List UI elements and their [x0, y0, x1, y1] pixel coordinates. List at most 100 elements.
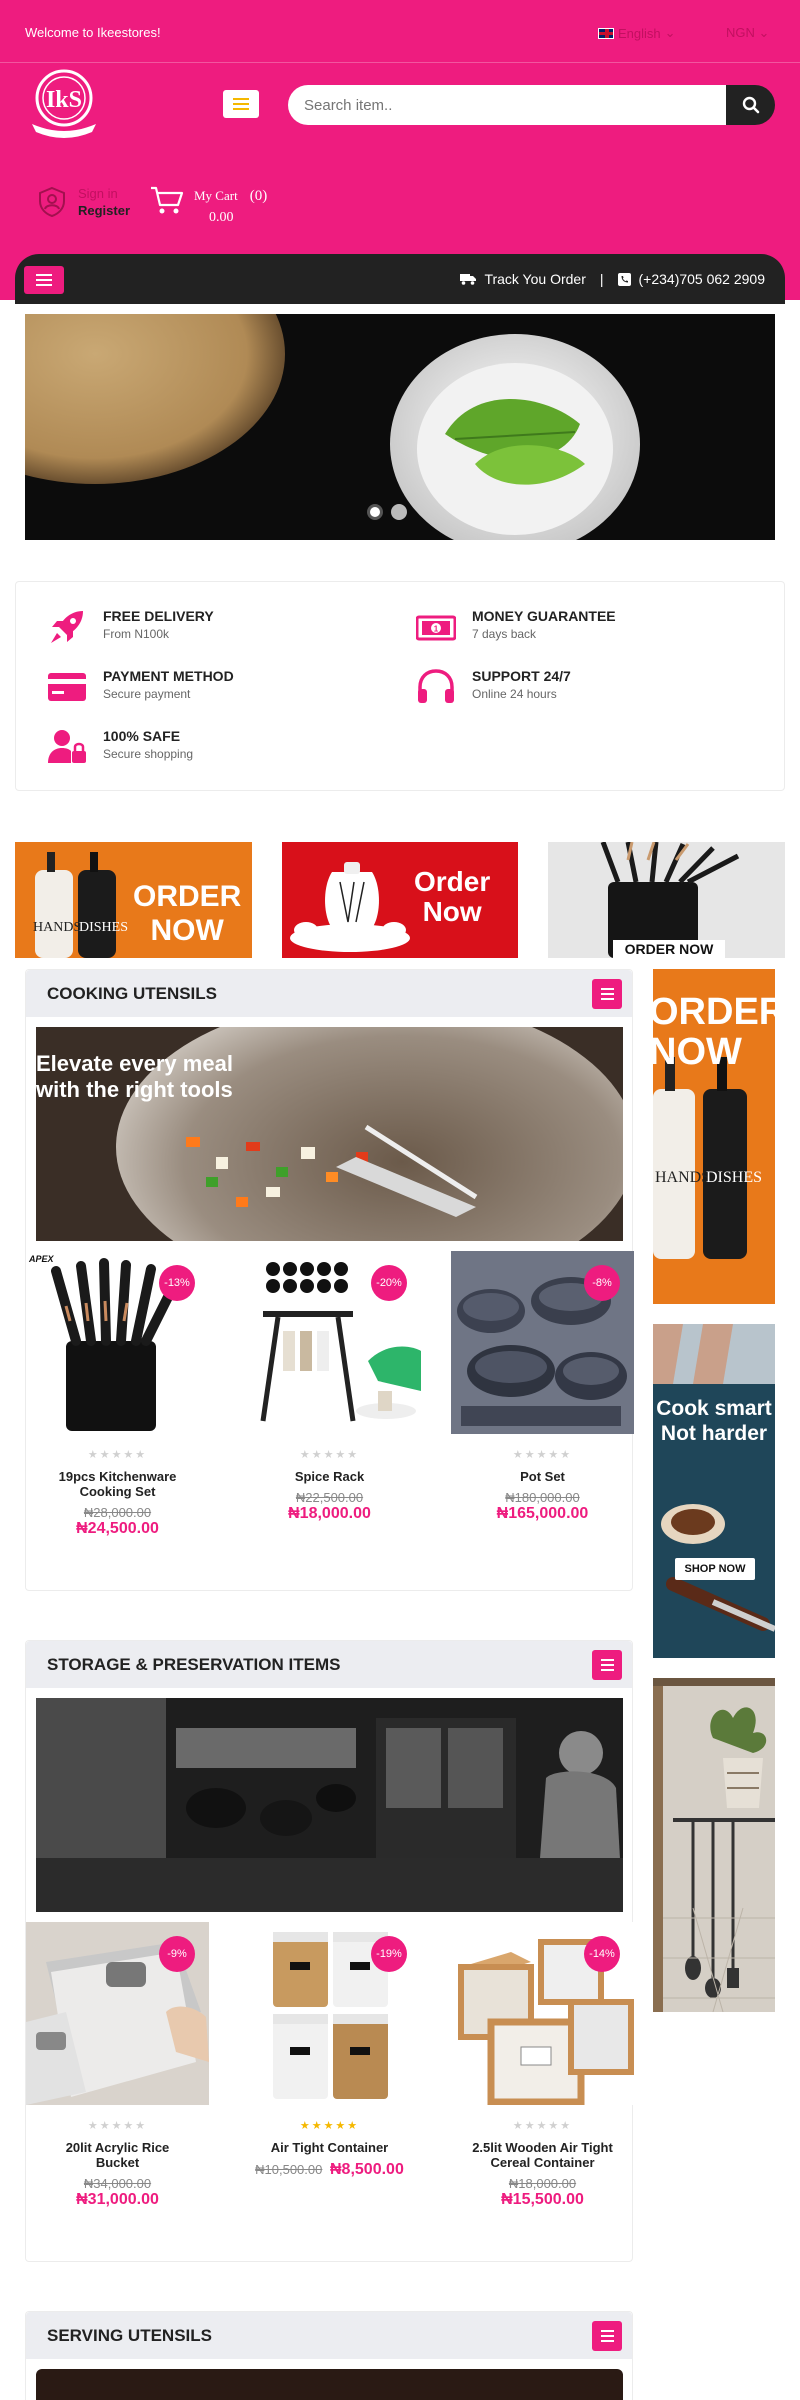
side-ad-title: ORDER NOW — [653, 993, 775, 1071]
product-card[interactable]: -20% ★★★★★ Spice Rack ₦22,500.00 ₦18,000… — [238, 1251, 421, 1523]
product-card[interactable]: -14% ★★★★★ 2.5lit Wooden Air Tight Cerea… — [451, 1922, 634, 2209]
promo-line: ORDER — [133, 880, 242, 913]
section-menu-button[interactable] — [592, 2321, 622, 2351]
section-menu-button[interactable] — [592, 979, 622, 1009]
shop-now-button[interactable]: SHOP NOW — [675, 1558, 755, 1580]
product-name[interactable]: Air Tight Container — [255, 2140, 405, 2155]
feature-subtitle: 7 days back — [472, 627, 537, 641]
promo-title: ORDER NOW — [613, 940, 725, 958]
price: ₦15,500.00 — [501, 2191, 584, 2208]
side-ad-cook-smart[interactable]: Cook smart Not harder SHOP NOW — [653, 1324, 775, 1658]
promo-banner-2[interactable]: Order Now — [282, 842, 518, 958]
slider-dot-2[interactable] — [391, 504, 407, 520]
rating-stars: ★★★★★ — [299, 2120, 360, 2132]
feature-subtitle: Online 24 hours — [472, 687, 557, 701]
promo-banner-1[interactable]: HANDS DISHES ORDER NOW — [15, 842, 252, 958]
product-image[interactable]: -8% — [451, 1251, 634, 1434]
main-navbar: Track You Order | (+234)705 062 2909 — [15, 254, 785, 304]
credit-card-icon — [47, 667, 87, 707]
discount-badge: -9% — [159, 1936, 195, 1972]
promo-title: Order Now — [414, 868, 490, 926]
promo-title: ORDER NOW — [133, 882, 241, 946]
bottle-label: HANDS — [33, 920, 82, 935]
feature-subtitle: Secure payment — [103, 687, 191, 701]
banner-caption-line: with the right tools — [36, 1077, 233, 1102]
page: Welcome to Ikeestores! English ⌄ NGN ⌄ I… — [0, 0, 800, 2400]
search-button[interactable] — [726, 85, 775, 125]
rating-stars: ★★★★★ — [512, 2120, 573, 2132]
section-header: SERVING UTENSILS — [26, 2312, 632, 2359]
section-title: COOKING UTENSILS — [47, 984, 218, 1003]
old-price: ₦18,000.00 — [508, 2176, 577, 2191]
section-banner[interactable] — [36, 1698, 623, 1912]
site-logo[interactable]: IkS — [24, 66, 104, 140]
nav-menu-button[interactable] — [24, 266, 64, 294]
product-name[interactable]: Pot Set — [468, 1469, 618, 1484]
product-card[interactable]: APEX -13% ★★★★★ 19pcs Kitchenware Cookin… — [26, 1251, 209, 1538]
old-price: ₦28,000.00 — [83, 1505, 152, 1520]
cart-link[interactable]: My Cart (0) 0.00 — [150, 185, 267, 229]
svg-text:IkS: IkS — [46, 87, 82, 113]
side-ad-kitchen[interactable] — [653, 1678, 775, 2012]
side-ad-order-now[interactable]: ORDER NOW HANDS DISHES — [653, 969, 775, 1304]
product-card[interactable]: -9% ★★★★★ 20lit Acrylic Rice Bucket ₦34,… — [26, 1922, 209, 2209]
signin-link[interactable]: Sign in — [78, 185, 130, 202]
product-name[interactable]: 2.5lit Wooden Air Tight Cereal Container — [468, 2140, 618, 2170]
currency-selector[interactable]: NGN ⌄ — [726, 25, 769, 41]
product-card[interactable]: -8% ★★★★★ Pot Set ₦180,000.00 ₦165,000.0… — [451, 1251, 634, 1523]
price: ₦165,000.00 — [496, 1505, 589, 1522]
cart-icon — [151, 186, 184, 214]
product-name[interactable]: Spice Rack — [255, 1469, 405, 1484]
chevron-down-icon: ⌄ — [758, 25, 770, 40]
rating-stars: ★★★★★ — [87, 1449, 148, 1461]
discount-badge: -19% — [371, 1936, 407, 1972]
product-image[interactable]: APEX -13% — [26, 1251, 209, 1434]
discount-badge: -20% — [371, 1265, 407, 1301]
product-image[interactable]: -20% — [238, 1251, 421, 1434]
product-card[interactable]: -19% ★★★★★ Air Tight Container ₦10,500.0… — [238, 1922, 421, 2179]
feature-title: 100% SAFE — [103, 728, 181, 744]
section-menu-button[interactable] — [592, 1650, 622, 1680]
feature-title: PAYMENT METHOD — [103, 668, 234, 684]
search-bar — [288, 85, 775, 125]
section-title: STORAGE & PRESERVATION ITEMS — [47, 1655, 341, 1674]
section-header: STORAGE & PRESERVATION ITEMS — [26, 1641, 632, 1688]
track-order-link[interactable]: Track You Order — [484, 271, 585, 287]
search-input[interactable] — [288, 85, 726, 125]
section-banner[interactable]: Elevate every meal with the right tools — [36, 1027, 623, 1241]
feature-support: SUPPORT 24/7 Online 24 hours — [416, 667, 571, 707]
register-link[interactable]: Register — [78, 202, 130, 219]
product-image[interactable]: -9% — [26, 1922, 209, 2105]
headphones-icon — [416, 667, 456, 707]
product-name[interactable]: 20lit Acrylic Rice Bucket — [43, 2140, 193, 2170]
old-price: ₦34,000.00 — [83, 2176, 152, 2191]
feature-payment-method: PAYMENT METHOD Secure payment — [47, 667, 234, 707]
account-link[interactable]: Sign in Register — [36, 185, 130, 219]
bottle-label: DISHES — [706, 1169, 763, 1186]
bottle-label: HANDS — [655, 1169, 711, 1186]
old-price: ₦10,500.00 — [255, 2162, 323, 2177]
product-image[interactable]: -19% — [238, 1922, 421, 2105]
feature-title: FREE DELIVERY — [103, 608, 214, 624]
hero-slider[interactable] — [25, 314, 775, 540]
promo-line: NOW — [150, 914, 224, 947]
currency-label: NGN — [726, 25, 755, 40]
search-icon — [742, 96, 759, 114]
cart-count: (0) — [249, 188, 268, 204]
promo-line: Order — [414, 866, 491, 897]
product-name[interactable]: 19pcs Kitchenware Cooking Set — [43, 1469, 193, 1499]
promo-banner-3[interactable]: ORDER NOW — [548, 842, 785, 958]
truck-icon — [460, 274, 477, 285]
category-menu-button[interactable] — [223, 90, 259, 118]
slider-dot-1[interactable] — [367, 504, 383, 520]
price: ₦24,500.00 — [76, 1520, 159, 1537]
price: ₦18,000.00 — [288, 1505, 371, 1522]
bottle-label: DISHES — [79, 920, 129, 935]
product-image[interactable]: -14% — [451, 1922, 634, 2105]
phone-number[interactable]: (+234)705 062 2909 — [639, 271, 766, 287]
language-selector[interactable]: English ⌄ — [598, 25, 676, 41]
slider-dots — [367, 504, 407, 520]
nav-separator: | — [599, 271, 604, 287]
section-banner[interactable] — [36, 2369, 623, 2400]
cart-total: 0.00 — [209, 210, 234, 225]
